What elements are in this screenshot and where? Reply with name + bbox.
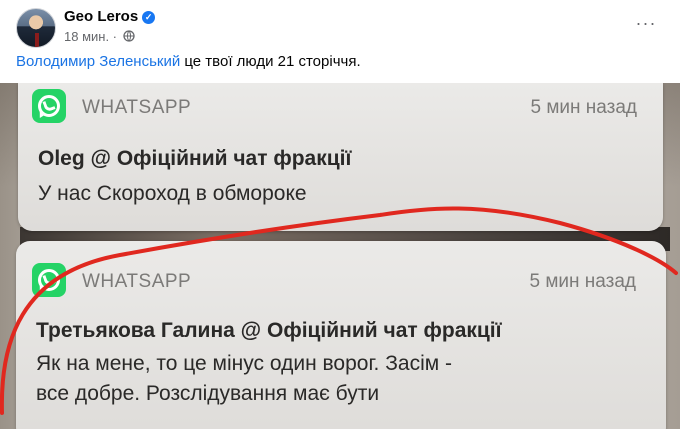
author-name[interactable]: Geo Leros xyxy=(64,8,138,25)
caption-text: це твої люди 21 сторіччя. xyxy=(180,53,361,70)
author-name-container: Geo Leros ✓ xyxy=(64,8,156,25)
notification-title: Третьякова Галина @ Офіційний чат фракці… xyxy=(36,319,502,342)
notification-app-name: WHATSAPP xyxy=(82,271,192,292)
avatar[interactable] xyxy=(16,8,56,48)
globe-icon xyxy=(122,30,135,42)
post-photo[interactable]: WHATSAPP 5 мин назад Oleg @ Офіційний ча… xyxy=(0,83,680,429)
notification-time: 5 мин назад xyxy=(530,97,637,118)
post-meta: 18 мин. · xyxy=(64,29,135,44)
notification-body-line: Як на мене, то це мінус один ворог. Засі… xyxy=(36,352,453,375)
notification-app-name: WHATSAPP xyxy=(82,97,192,118)
verified-badge-icon: ✓ xyxy=(142,11,156,24)
post-caption: Володимир Зеленський це твої люди 21 сто… xyxy=(16,53,361,70)
whatsapp-icon xyxy=(32,263,66,297)
mention-link[interactable]: Володимир Зеленський xyxy=(16,53,180,70)
notification-title: Oleg @ Офіційний чат фракції xyxy=(38,147,352,170)
whatsapp-icon xyxy=(32,89,66,123)
notification-time: 5 мин назад xyxy=(529,271,636,292)
post-header: Geo Leros ✓ 18 мин. · ··· xyxy=(16,6,664,48)
notification-card: WHATSAPP 5 мин назад Oleg @ Офіційний ча… xyxy=(18,83,663,231)
post-time[interactable]: 18 мин. · xyxy=(64,29,117,44)
notification-body-line: У нас Скороход в обмороке xyxy=(38,182,307,205)
notification-body-line: все добре. Розслідування має бути xyxy=(36,382,380,405)
more-options-button[interactable]: ··· xyxy=(628,8,664,44)
notification-card: WHATSAPP 5 мин назад Третьякова Галина @… xyxy=(16,241,666,429)
